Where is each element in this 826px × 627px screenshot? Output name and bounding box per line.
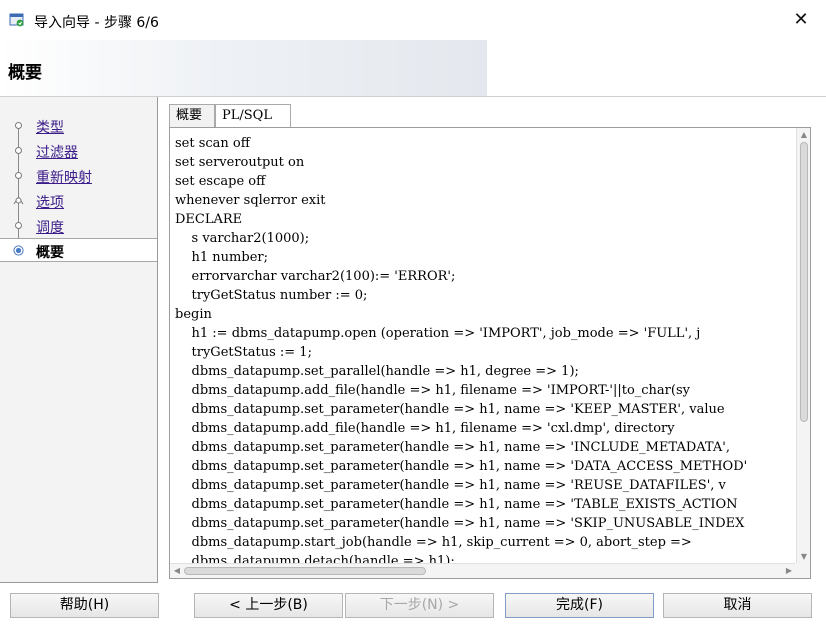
code-line: set serveroutput on — [175, 155, 305, 170]
code-line: DECLARE — [175, 212, 243, 227]
step-done-icon — [13, 196, 24, 205]
code-line: dbms_datapump.set_parameter(handle => h1… — [175, 459, 748, 474]
window-title: 导入向导 - 步骤 6/6 — [34, 15, 159, 31]
scroll-right-icon[interactable]: ▶ — [784, 566, 794, 576]
code-line: dbms_datapump.add_file(handle => h1, fil… — [175, 383, 690, 398]
title-bar: 导入向导 - 步骤 6/6 ✕ — [0, 0, 826, 40]
code-line: dbms_datapump.set_parallel(handle => h1,… — [175, 364, 579, 379]
code-line: whenever sqlerror exit — [175, 193, 326, 208]
code-line: dbms_datapump.set_parameter(handle => h1… — [175, 516, 745, 531]
step-filter[interactable]: 过滤器 — [0, 141, 157, 161]
step-label[interactable]: 过滤器 — [36, 142, 78, 162]
tab-summary[interactable]: 概要 — [169, 104, 215, 127]
next-button[interactable]: 下一步(N) > — [345, 593, 494, 618]
step-label[interactable]: 重新映射 — [36, 167, 92, 187]
code-line: dbms_datapump.set_parameter(handle => h1… — [175, 478, 726, 493]
step-label[interactable]: 调度 — [36, 217, 64, 237]
horizontal-scrollbar[interactable]: ◀ ▶ — [170, 563, 796, 578]
step-done-icon — [15, 172, 22, 179]
step-options[interactable]: 选项 — [0, 191, 157, 211]
code-line: h1 number; — [175, 250, 268, 265]
code-line: h1 := dbms_datapump.open (operation => '… — [175, 326, 701, 341]
code-line: dbms_datapump.set_parameter(handle => h1… — [175, 402, 725, 417]
step-done-icon — [15, 122, 22, 129]
step-remap[interactable]: 重新映射 — [0, 166, 157, 186]
code-line: begin — [175, 307, 212, 322]
vertical-scroll-thumb[interactable] — [800, 142, 808, 422]
code-line: errorvarchar varchar2(100):= 'ERROR'; — [175, 269, 456, 284]
footer-divider — [0, 583, 826, 584]
import-wizard-icon — [9, 13, 24, 27]
header-band: 概要 — [0, 40, 826, 97]
step-label[interactable]: 类型 — [36, 117, 64, 137]
code-line: set scan off — [175, 136, 250, 151]
step-schedule[interactable]: 调度 — [0, 216, 157, 236]
cancel-button[interactable]: 取消 — [663, 593, 812, 618]
header-right — [487, 40, 826, 97]
help-button[interactable]: 帮助(H) — [10, 593, 159, 618]
step-type[interactable]: 类型 — [0, 116, 157, 136]
step-current-icon — [13, 245, 24, 256]
code-line: dbms_datapump.set_parameter(handle => h1… — [175, 440, 730, 455]
finish-button[interactable]: 完成(F) — [505, 593, 654, 618]
tab-plsql[interactable]: PL/SQL — [215, 104, 291, 127]
step-done-icon — [15, 222, 22, 229]
scroll-down-icon[interactable]: ▼ — [799, 552, 809, 562]
plsql-code-panel[interactable]: set scan off set serveroutput on set escap… — [169, 127, 811, 579]
step-summary[interactable]: 概要 — [0, 238, 157, 262]
vertical-scrollbar[interactable]: ▲ ▼ — [796, 128, 810, 564]
code-line: set escape off — [175, 174, 266, 189]
close-icon[interactable]: ✕ — [789, 8, 813, 32]
step-label[interactable]: 选项 — [36, 192, 64, 212]
step-label: 概要 — [36, 245, 64, 261]
scrollbar-corner — [795, 563, 810, 578]
code-line: dbms_datapump.set_parameter(handle => h1… — [175, 497, 738, 512]
code-line: s varchar2(1000); — [175, 231, 310, 246]
step-navigator: 类型 过滤器 重新映射 选项 调度 概要 — [0, 97, 158, 583]
code-line: dbms_datapump.start_job(handle => h1, sk… — [175, 535, 692, 550]
back-button[interactable]: < 上一步(B) — [194, 593, 343, 618]
code-line: tryGetStatus number := 0; — [175, 288, 368, 303]
code-line: dbms_datapump.add_file(handle => h1, fil… — [175, 421, 675, 436]
code-text-area[interactable]: set scan off set serveroutput on set escap… — [170, 128, 796, 564]
code-line: tryGetStatus := 1; — [175, 345, 312, 360]
scroll-up-icon[interactable]: ▲ — [799, 130, 809, 140]
scroll-left-icon[interactable]: ◀ — [172, 566, 182, 576]
step-done-icon — [15, 147, 22, 154]
page-heading: 概要 — [8, 63, 42, 83]
header-gradient — [0, 40, 487, 97]
horizontal-scroll-thumb[interactable] — [184, 567, 426, 575]
